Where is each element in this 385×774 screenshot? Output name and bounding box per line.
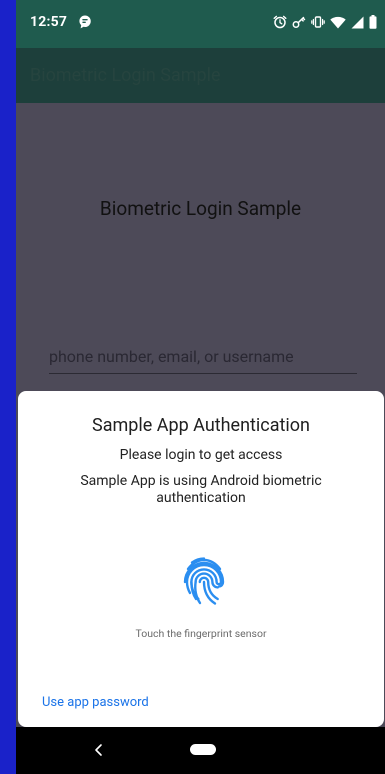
wifi-icon [330,16,346,29]
status-bar: 12:57 [16,0,385,48]
username-input[interactable]: phone number, email, or username [49,346,357,374]
alarm-icon [273,15,287,29]
main-content: Biometric Login Sample phone number, ema… [16,103,385,392]
app-bar: Biometric Login Sample [16,48,385,103]
cell-signal-icon [351,16,364,29]
app-title: Biometric Login Sample [30,65,221,86]
vpn-key-icon [292,15,306,29]
battery-icon [369,15,377,29]
dialog-subtitle: Please login to get access [119,447,283,463]
fingerprint-hint: Touch the fingerprint sensor [135,627,267,640]
vibrate-icon [311,15,325,29]
home-pill-icon[interactable] [190,744,216,755]
back-icon[interactable] [90,740,108,760]
navigation-bar [16,727,385,774]
dialog-title: Sample App Authentication [92,415,310,436]
status-icons [273,12,377,32]
biometric-prompt-dialog: Sample App Authentication Please login t… [18,391,384,727]
dialog-description: Sample App is using Android biometric au… [80,473,322,506]
notification-bubble-icon [77,14,93,30]
status-time: 12:57 [30,14,68,30]
page-heading: Biometric Login Sample [99,197,302,220]
use-app-password-button[interactable]: Use app password [42,695,149,710]
phone-screen: 12:57 Biometric Login Sample Biometric L… [16,0,385,774]
fingerprint-icon [181,556,227,608]
